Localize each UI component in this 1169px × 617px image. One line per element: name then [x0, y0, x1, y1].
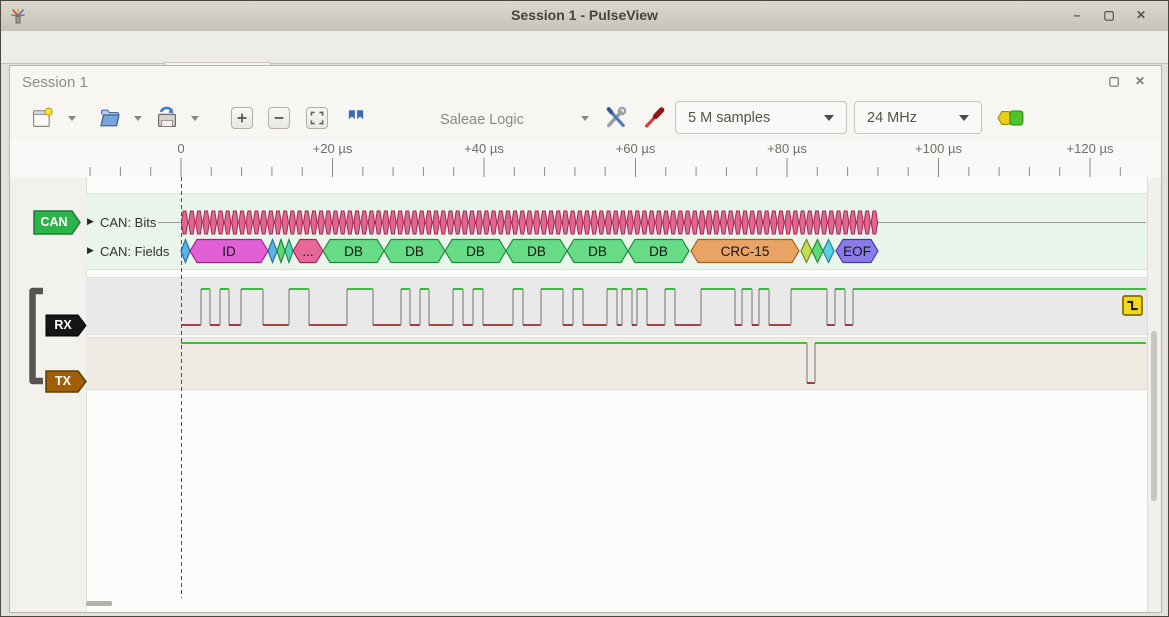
open-folder-icon	[98, 106, 122, 130]
dock-close-button[interactable]: ✕	[1131, 74, 1149, 90]
new-view-icon	[30, 106, 54, 130]
trigger-marker-falling-icon[interactable]	[1122, 295, 1143, 316]
zoom-in-icon	[234, 110, 250, 126]
ruler-label: +40 µs	[464, 141, 504, 156]
show-cursors-button[interactable]	[344, 106, 368, 130]
horizontal-scrollbar-handle[interactable]	[86, 601, 112, 606]
vertical-scrollbar-handle[interactable]	[1151, 331, 1157, 501]
cursors-flags-icon	[345, 107, 367, 129]
minimize-button[interactable]: –	[1066, 8, 1088, 24]
save-dropdown-icon[interactable]	[191, 116, 199, 121]
configure-device-button[interactable]	[604, 105, 628, 129]
expander-icon[interactable]: ▶	[87, 245, 94, 256]
ruler-label: +20 µs	[313, 141, 353, 156]
zoom-in-button[interactable]	[231, 107, 253, 129]
window-bottom-strip	[1, 613, 1168, 617]
zoom-fit-button[interactable]	[306, 107, 328, 129]
ruler-label: +120 µs	[1067, 141, 1114, 156]
sample-count-select[interactable]: 5 M samples	[675, 101, 847, 134]
channel-label-gutter	[10, 177, 87, 612]
zoom-out-button[interactable]	[268, 107, 290, 129]
channel-tag-rx[interactable]: RX	[46, 318, 80, 332]
open-dropdown-icon[interactable]	[134, 116, 142, 121]
new-view-dropdown-icon[interactable]	[68, 116, 76, 121]
channel-tag-tx[interactable]: TX	[46, 374, 80, 388]
pulseview-window: Session 1 - PulseView – ▢ ✕ Run	[0, 0, 1169, 617]
ruler-label: +100 µs	[915, 141, 962, 156]
time-ruler[interactable]: 0 +20 µs +40 µs +60 µs +80 µs +100 µs +120 µs	[10, 141, 1161, 177]
save-icon	[155, 106, 179, 130]
decoder-row-label-bits: CAN: Bits	[100, 215, 156, 230]
decoder-row-label-fields: CAN: Fields	[100, 244, 169, 259]
close-button[interactable]: ✕	[1130, 8, 1152, 24]
sample-count-dropdown-icon	[824, 115, 834, 121]
expander-icon[interactable]: ▶	[87, 216, 94, 227]
ruler-label: +80 µs	[767, 141, 807, 156]
probe-icon	[643, 104, 667, 130]
configure-device-icon	[604, 104, 628, 130]
rx-trace-background	[86, 277, 1147, 335]
title-bar[interactable]: Session 1 - PulseView – ▢ ✕	[1, 1, 1168, 32]
save-button[interactable]	[155, 106, 179, 130]
zoom-out-icon	[271, 110, 287, 126]
dock-float-button[interactable]: ▢	[1105, 74, 1123, 90]
sample-rate-dropdown-icon	[959, 115, 969, 121]
decoder-tag-can[interactable]: CAN	[34, 215, 74, 229]
main-toolbar: Run Session 1 ✕	[1, 31, 1168, 64]
open-button[interactable]	[98, 106, 122, 130]
tx-trace-background	[86, 337, 1147, 390]
device-dropdown-icon[interactable]	[581, 116, 589, 121]
decoder-trace-background	[86, 193, 1147, 270]
zoom-fit-icon	[309, 110, 325, 126]
new-view-button[interactable]	[30, 106, 54, 130]
ruler-label: +60 µs	[616, 141, 656, 156]
window-title: Session 1 - PulseView	[1, 7, 1168, 23]
dock-title: Session 1	[22, 74, 88, 91]
add-decoder-button[interactable]	[996, 106, 1026, 130]
sample-rate-select[interactable]: 24 MHz	[854, 101, 982, 134]
sample-count-value: 5 M samples	[688, 110, 770, 126]
ruler-label: 0	[177, 141, 184, 156]
maximize-button[interactable]: ▢	[1098, 8, 1120, 24]
device-select-value[interactable]: Saleae Logic	[440, 112, 524, 128]
configure-channels-button[interactable]	[643, 105, 667, 129]
sample-rate-value: 24 MHz	[867, 110, 917, 126]
add-decoder-icon	[997, 107, 1025, 129]
